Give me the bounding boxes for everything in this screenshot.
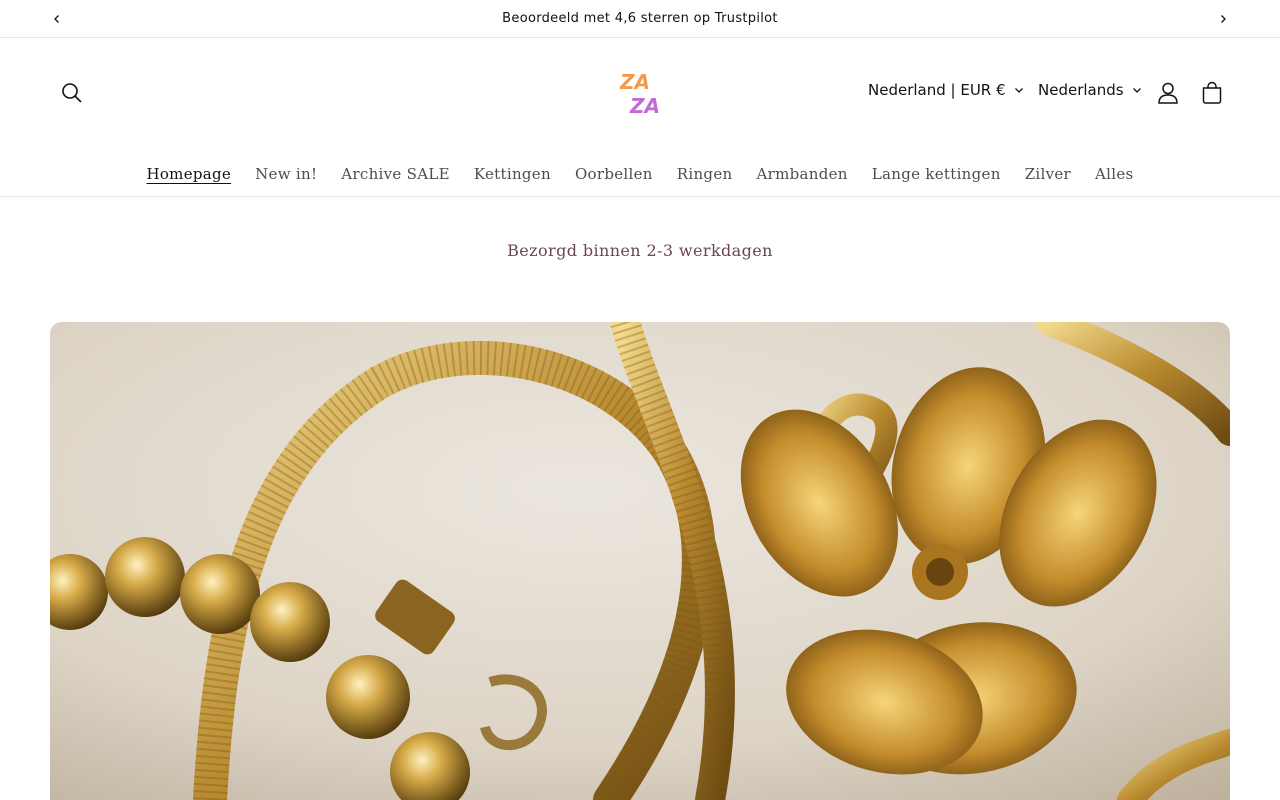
main-navigation: Homepage New in! Archive SALE Kettingen … [0, 165, 1280, 183]
announcement-bar: Beoordeeld met 4,6 sterren op Trustpilot [0, 0, 1280, 38]
nav-item-new-in[interactable]: New in! [255, 165, 317, 183]
nav-item-ringen[interactable]: Ringen [677, 165, 733, 183]
announcement-text: Beoordeeld met 4,6 sterren op Trustpilot [502, 11, 778, 26]
svg-text:ZA: ZA [619, 70, 650, 94]
chevron-down-icon [1014, 88, 1023, 93]
nav-item-homepage[interactable]: Homepage [146, 165, 231, 183]
account-icon[interactable] [1154, 79, 1182, 107]
nav-item-kettingen[interactable]: Kettingen [474, 165, 551, 183]
search-icon[interactable] [58, 79, 86, 107]
nav-item-alles[interactable]: Alles [1095, 165, 1134, 183]
svg-text:ZA: ZA [629, 94, 660, 118]
nav-item-armbanden[interactable]: Armbanden [756, 165, 847, 183]
country-selector-label: Nederland | EUR € [868, 81, 1006, 99]
cart-icon[interactable] [1198, 79, 1226, 107]
hero-image[interactable] [50, 322, 1230, 800]
store-logo[interactable]: ZA ZA [612, 67, 672, 119]
language-selector[interactable]: Nederlands [1038, 81, 1142, 99]
delivery-banner-text: Bezorgd binnen 2-3 werkdagen [507, 241, 773, 260]
country-selector[interactable]: Nederland | EUR € [868, 81, 1024, 99]
nav-item-zilver[interactable]: Zilver [1025, 165, 1071, 183]
nav-item-archive-sale[interactable]: Archive SALE [341, 165, 450, 183]
nav-item-lange-kettingen[interactable]: Lange kettingen [872, 165, 1001, 183]
site-header: ZA ZA Nederland | EUR € Nederlands Homep… [0, 39, 1280, 197]
nav-item-oorbellen[interactable]: Oorbellen [575, 165, 653, 183]
chevron-right-icon[interactable] [1214, 10, 1232, 28]
chevron-left-icon[interactable] [48, 10, 66, 28]
chevron-down-icon [1132, 88, 1141, 93]
language-selector-label: Nederlands [1038, 81, 1124, 99]
